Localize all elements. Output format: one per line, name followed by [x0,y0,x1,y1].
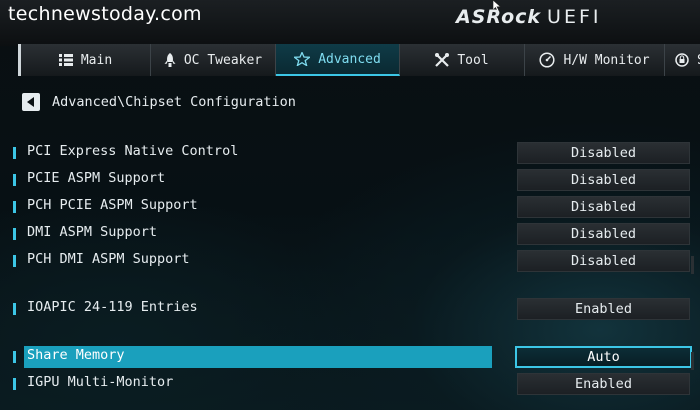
main-tab-bar: Main OC Tweaker Advanced Tool H/W Monito… [18,44,700,76]
security-icon [675,53,689,67]
monitor-gauge-icon [539,52,556,68]
row-bullet-marker [13,351,16,363]
tab-label: Tool [457,52,489,68]
tools-icon [435,53,450,67]
row-bullet-marker [13,147,16,159]
setting-label: PCIE ASPM Support [27,170,166,186]
setting-row-pci-express-native-control[interactable]: PCI Express Native Control Disabled [0,142,700,164]
row-bullet-marker [13,174,16,186]
setting-row-ioapic-entries[interactable]: IOAPIC 24-119 Entries Enabled [0,298,700,320]
brand-name: ASRock [456,6,542,28]
setting-label: DMI ASPM Support [27,224,158,240]
chevron-left-icon [27,97,34,107]
tab-tool[interactable]: Tool [400,44,525,76]
tab-label: Advanced [318,51,381,67]
setting-row-dmi-aspm-support[interactable]: DMI ASPM Support Disabled [0,223,700,245]
breadcrumb: Advanced\Chipset Configuration [22,93,296,111]
tab-advanced[interactable]: Advanced [276,44,400,76]
setting-value-dropdown[interactable]: Disabled [517,169,690,191]
setting-label: PCI Express Native Control [27,143,239,159]
setting-label: Share Memory [27,347,125,363]
top-header-bar: technewstoday.com ASRock UEFI [0,0,700,46]
tab-security[interactable]: S [665,44,700,76]
watermark-text: technewstoday.com [8,3,202,25]
setting-row-pcie-aspm-support[interactable]: PCIE ASPM Support Disabled [0,169,700,191]
list-icon [58,54,73,66]
setting-row-igpu-multi-monitor[interactable]: IGPU Multi-Monitor Enabled [0,373,700,395]
setting-value-dropdown[interactable]: Auto [515,346,692,368]
row-bullet-marker [13,303,16,315]
row-bullet-marker [13,201,16,213]
scroll-indicator [691,256,694,274]
row-bullet-marker [13,255,16,267]
setting-value-dropdown[interactable]: Disabled [517,142,690,164]
tab-label: OC Tweaker [183,52,263,68]
setting-row-share-memory[interactable]: Share Memory Auto [0,346,700,368]
back-button[interactable] [22,93,40,111]
star-icon [294,52,311,66]
tab-hw-monitor[interactable]: H/W Monitor [525,44,665,76]
tab-oc-tweaker[interactable]: OC Tweaker [151,44,276,76]
tab-label: Main [80,52,113,68]
rocket-icon [164,53,176,67]
setting-value-dropdown[interactable]: Disabled [517,196,690,218]
row-bullet-marker [13,378,16,390]
setting-value-dropdown[interactable]: Disabled [517,223,690,245]
setting-label: PCH PCIE ASPM Support [27,197,198,213]
setting-value-dropdown[interactable]: Enabled [517,373,690,395]
brand-product: UEFI [547,6,602,28]
setting-label: PCH DMI ASPM Support [27,251,190,267]
setting-row-pch-pcie-aspm-support[interactable]: PCH PCIE ASPM Support Disabled [0,196,700,218]
breadcrumb-path: Advanced\Chipset Configuration [52,94,296,110]
setting-value-dropdown[interactable]: Enabled [517,298,690,320]
row-bullet-marker [13,228,16,240]
setting-value-dropdown[interactable]: Disabled [517,250,690,272]
setting-row-pch-dmi-aspm-support[interactable]: PCH DMI ASPM Support Disabled [0,250,700,272]
scroll-indicator [691,352,694,370]
setting-label: IGPU Multi-Monitor [27,374,174,390]
setting-label: IOAPIC 24-119 Entries [27,299,198,315]
tab-main[interactable]: Main [21,44,151,76]
brand-logo: ASRock UEFI [456,6,601,28]
tab-label: H/W Monitor [563,52,650,68]
